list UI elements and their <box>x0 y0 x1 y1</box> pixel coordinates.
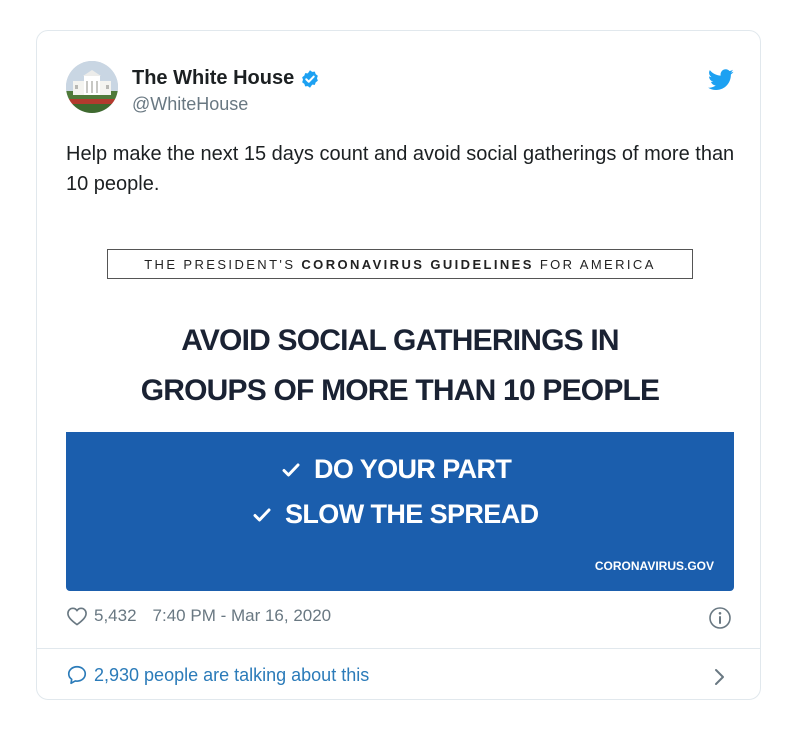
headline-line-1: AVOID SOCIAL GATHERINGS IN <box>181 324 619 357</box>
tweet-meta: 5,432 7:40 PM - Mar 16, 2020 <box>66 606 331 626</box>
like-count[interactable]: 5,432 <box>94 606 137 626</box>
guideline-suffix: FOR AMERICA <box>539 256 656 272</box>
guideline-bold: CORONAVIRUS GUIDELINES <box>301 256 534 272</box>
check-item-slow-the-spread: SLOW THE SPREAD <box>253 499 539 530</box>
speech-bubble-icon <box>67 665 87 685</box>
white-house-photo <box>66 61 118 113</box>
divider <box>37 648 760 649</box>
headline-line-2: GROUPS OF MORE THAN 10 PEOPLE <box>140 374 660 407</box>
tweet-timestamp[interactable]: 7:40 PM - Mar 16, 2020 <box>153 606 332 626</box>
tweet-card: The White House @WhiteHouse Help make th… <box>36 30 761 700</box>
site-label: CORONAVIRUS.GOV <box>594 559 714 573</box>
info-icon[interactable] <box>708 606 732 630</box>
guideline-prefix: THE PRESIDENT'S <box>144 256 296 272</box>
author-row: The White House <box>132 67 320 90</box>
chevron-right-icon[interactable] <box>713 667 727 687</box>
verified-badge-icon <box>302 69 319 88</box>
author-name[interactable]: The White House <box>132 67 294 90</box>
guidelines-banner: THE PRESIDENT'S CORONAVIRUS GUIDELINES F… <box>107 249 693 279</box>
tweet-image[interactable]: THE PRESIDENT'S CORONAVIRUS GUIDELINES F… <box>66 236 734 591</box>
conversation-label: 2,930 people are talking about this <box>94 664 370 685</box>
tweet-text: Help make the next 15 days count and avo… <box>66 143 735 195</box>
check-label: SLOW THE SPREAD <box>285 499 539 529</box>
heart-icon[interactable] <box>66 606 88 626</box>
graphic-headline: AVOID SOCIAL GATHERINGS IN GROUPS OF MOR… <box>66 316 734 416</box>
conversation-link[interactable]: 2,930 people are talking about this <box>66 664 369 686</box>
checkmark-icon <box>282 463 300 476</box>
twitter-bird-icon[interactable] <box>708 69 734 91</box>
checkmark-icon <box>253 508 271 521</box>
author-handle[interactable]: @WhiteHouse <box>132 94 248 115</box>
avatar[interactable] <box>66 61 118 113</box>
blue-panel: DO YOUR PART SLOW THE SPREAD CORONAVIRUS… <box>66 432 734 591</box>
check-label: DO YOUR PART <box>314 454 512 484</box>
check-item-do-your-part: DO YOUR PART <box>282 454 512 485</box>
